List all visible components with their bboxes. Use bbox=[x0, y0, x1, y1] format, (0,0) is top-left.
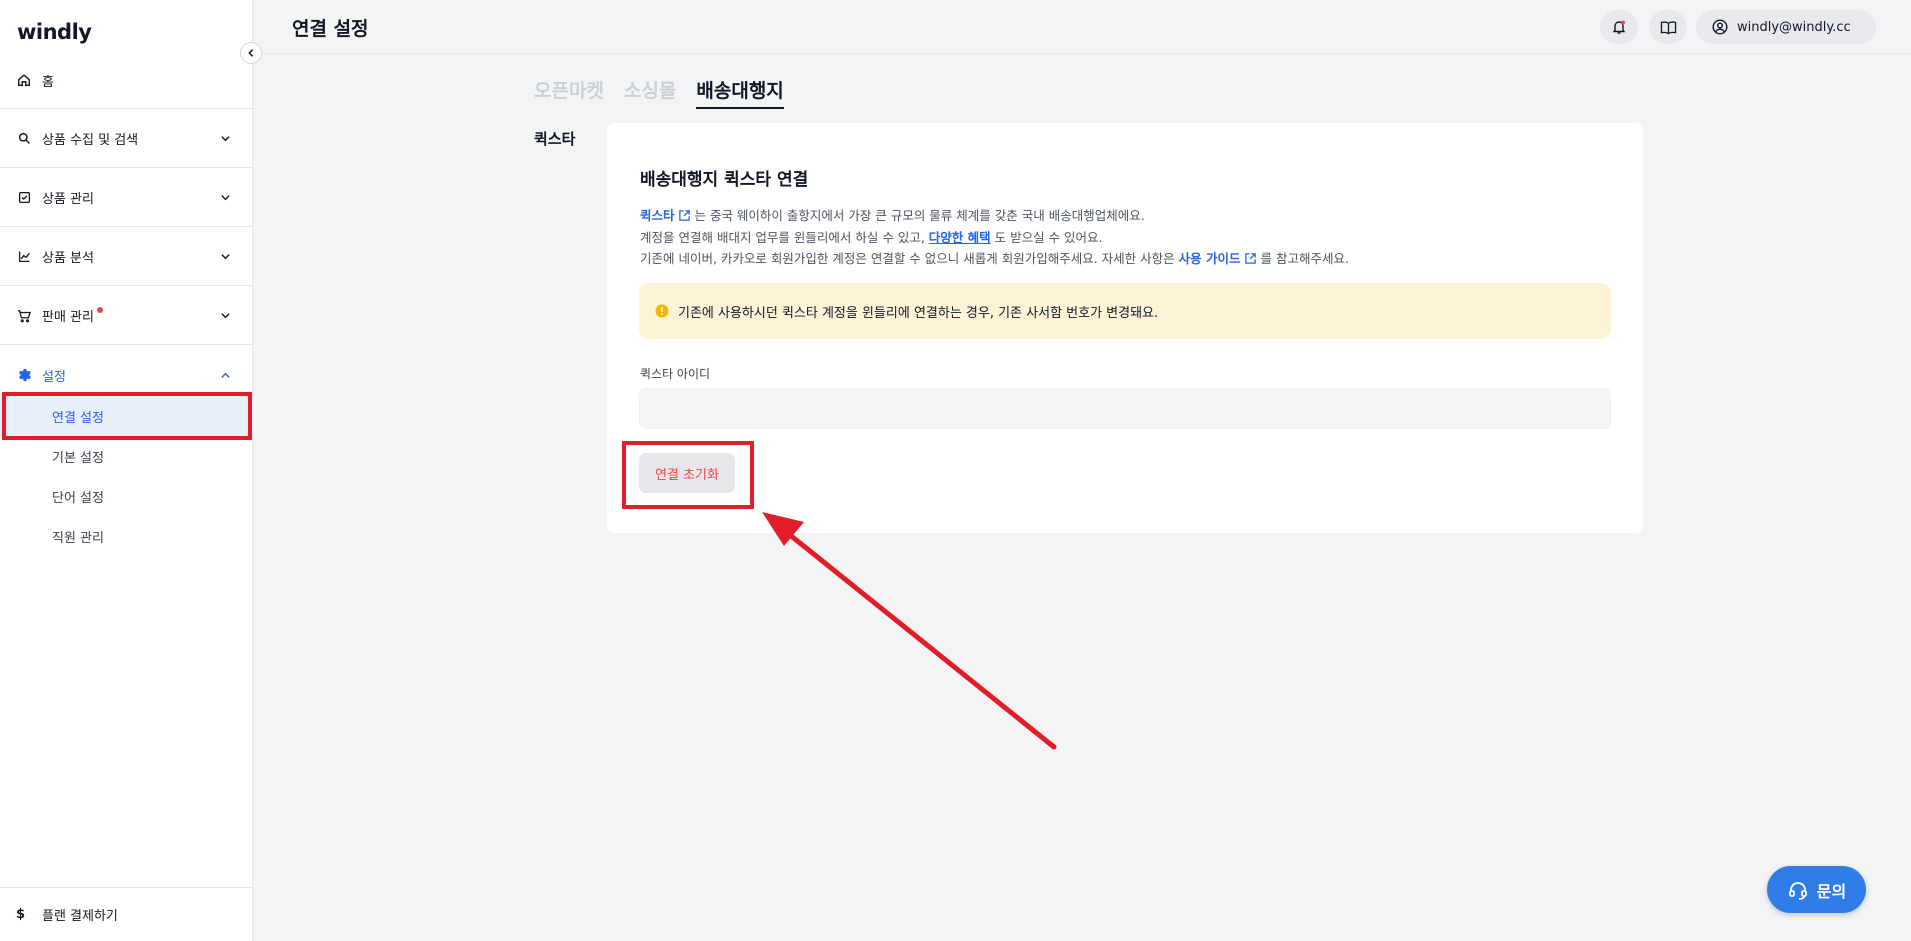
tab-sourcing-mall[interactable]: 소싱몰 bbox=[624, 76, 676, 109]
sidebar-item-label: 판매 관리 bbox=[42, 310, 94, 325]
description-text: 도 받으실 수 있어요. bbox=[990, 230, 1103, 245]
tab-shipping-agent[interactable]: 배송대행지 bbox=[696, 76, 784, 109]
quickstar-id-input[interactable] bbox=[639, 388, 1611, 429]
description-text: 기존에 네이버, 카카오로 회원가입한 계정은 연결할 수 없으니 새롭게 회원… bbox=[640, 251, 1179, 266]
book-icon bbox=[1660, 20, 1676, 34]
headset-icon bbox=[1787, 879, 1809, 901]
chevron-down-icon bbox=[219, 192, 231, 204]
cart-icon bbox=[16, 308, 32, 324]
sidebar-subitem-staff-manage[interactable]: 직원 관리 bbox=[0, 516, 253, 556]
windly-logo[interactable]: windly bbox=[17, 20, 92, 44]
home-icon bbox=[16, 72, 32, 88]
card-title: 배송대행지 퀵스타 연결 bbox=[640, 170, 809, 190]
user-circle-icon bbox=[1712, 19, 1728, 35]
sidebar-item-sales-manage[interactable]: 판매 관리 bbox=[0, 287, 253, 345]
chevron-down-icon bbox=[219, 251, 231, 263]
plan-payment-link[interactable]: $ 플랜 결제하기 bbox=[0, 887, 253, 941]
page-title: 연결 설정 bbox=[292, 18, 369, 40]
dollar-icon: $ bbox=[16, 907, 26, 922]
quickstar-id-label: 퀵스타 아이디 bbox=[640, 367, 711, 381]
description-text: 계정을 연결해 배대지 업무를 윈들리에서 하실 수 있고, bbox=[640, 230, 929, 245]
sidebar-collapse-button[interactable] bbox=[240, 42, 262, 64]
sidebar-item-label: 홈 bbox=[42, 74, 54, 90]
external-link-icon bbox=[678, 210, 690, 221]
plan-payment-label: 플랜 결제하기 bbox=[42, 909, 118, 924]
sidebar-item-product-collect[interactable]: 상품 수집 및 검색 bbox=[0, 110, 253, 168]
notification-button[interactable] bbox=[1600, 10, 1638, 44]
chevron-down-icon bbox=[219, 310, 231, 322]
chevron-left-icon bbox=[248, 49, 254, 57]
sidebar: windly 홈 상품 수집 및 검색 상품 관리 상품 분석 판매 관리 설정… bbox=[0, 0, 253, 941]
sidebar-subitem-label: 연결 설정 bbox=[52, 410, 104, 426]
tab-open-market[interactable]: 오픈마켓 bbox=[534, 76, 604, 109]
sidebar-item-product-manage[interactable]: 상품 관리 bbox=[0, 169, 253, 227]
description-text: 를 참고해주세요. bbox=[1256, 251, 1349, 266]
help-inquiry-button[interactable]: 문의 bbox=[1767, 866, 1866, 913]
quickstar-link[interactable]: 퀵스타 bbox=[640, 208, 691, 223]
description-line-1: 퀵스타 는 중국 웨이하이 출항지에서 가장 큰 규모의 물류 체계를 갖춘 국… bbox=[640, 205, 1145, 224]
description-text: 는 중국 웨이하이 출항지에서 가장 큰 규모의 물류 체계를 갖춘 국내 배송… bbox=[690, 208, 1145, 223]
reset-connection-button[interactable]: 연결 초기화 bbox=[639, 453, 735, 493]
sidebar-item-label: 설정 bbox=[42, 369, 66, 385]
sidebar-subitem-label: 기본 설정 bbox=[52, 450, 104, 466]
sidebar-subitem-basic-settings[interactable]: 기본 설정 bbox=[0, 436, 253, 476]
sidebar-item-label: 상품 분석 bbox=[42, 251, 94, 266]
tab-bar: 오픈마켓 소싱몰 배송대행지 bbox=[534, 76, 784, 109]
chevron-up-icon bbox=[219, 369, 231, 381]
bell-icon bbox=[1612, 20, 1626, 34]
description-line-2: 계정을 연결해 배대지 업무를 윈들리에서 하실 수 있고, 다양한 혜택 도 … bbox=[640, 227, 1103, 246]
sidebar-subitem-connection-settings[interactable]: 연결 설정 bbox=[0, 396, 253, 436]
sidebar-subitem-word-settings[interactable]: 단어 설정 bbox=[0, 476, 253, 516]
chevron-down-icon bbox=[219, 133, 231, 145]
warning-icon bbox=[655, 304, 669, 318]
notification-dot bbox=[96, 306, 103, 313]
section-label: 퀵스타 bbox=[534, 130, 576, 148]
benefits-link[interactable]: 다양한 혜택 bbox=[929, 230, 991, 245]
gear-icon bbox=[16, 367, 32, 383]
top-header: 연결 설정 windly@windly.cc bbox=[253, 0, 1911, 54]
user-account-button[interactable]: windly@windly.cc bbox=[1696, 10, 1876, 44]
notice-text: 기존에 사용하시던 퀵스타 계정을 윈들리에 연결하는 경우, 기존 사서함 번… bbox=[678, 305, 1159, 321]
quickstar-connect-card: 배송대행지 퀵스타 연결 퀵스타 는 중국 웨이하이 출항지에서 가장 큰 규모… bbox=[607, 123, 1643, 533]
sidebar-item-product-analysis[interactable]: 상품 분석 bbox=[0, 228, 253, 286]
sidebar-item-label: 상품 관리 bbox=[42, 192, 94, 207]
guide-book-button[interactable] bbox=[1649, 10, 1687, 44]
sidebar-subitem-label: 직원 관리 bbox=[52, 530, 104, 546]
chart-line-icon bbox=[16, 249, 32, 265]
sidebar-subitem-label: 단어 설정 bbox=[52, 490, 104, 506]
external-link-icon bbox=[1244, 253, 1256, 264]
checklist-icon bbox=[16, 190, 32, 206]
user-email: windly@windly.cc bbox=[1737, 19, 1851, 35]
user-guide-link[interactable]: 사용 가이드 bbox=[1179, 251, 1257, 266]
warning-notice: 기존에 사용하시던 퀵스타 계정을 윈들리에 연결하는 경우, 기존 사서함 번… bbox=[639, 283, 1611, 339]
description-line-3: 기존에 네이버, 카카오로 회원가입한 계정은 연결할 수 없으니 새롭게 회원… bbox=[640, 248, 1349, 267]
sidebar-item-home[interactable]: 홈 bbox=[0, 52, 253, 109]
search-icon bbox=[16, 131, 32, 147]
help-label: 문의 bbox=[1816, 881, 1847, 901]
sidebar-item-label: 상품 수집 및 검색 bbox=[42, 133, 139, 148]
